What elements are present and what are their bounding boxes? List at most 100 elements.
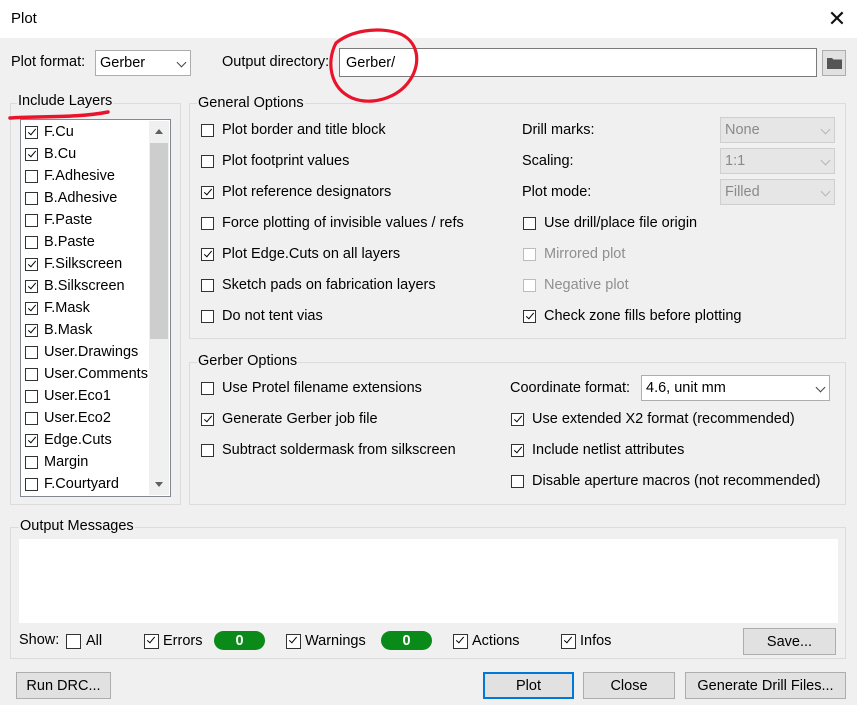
browse-folder-button[interactable] xyxy=(822,50,846,76)
drill-marks-select[interactable]: None xyxy=(720,117,835,143)
save-button[interactable]: Save... xyxy=(743,628,836,655)
chevron-down-icon xyxy=(815,382,826,393)
output-dir-input[interactable]: Gerber/ xyxy=(339,48,817,77)
mirrored-plot-checkbox[interactable]: Mirrored plot xyxy=(523,246,625,262)
layer-item[interactable]: B.Silkscreen xyxy=(25,275,125,297)
errors-checkbox[interactable]: Errors xyxy=(144,633,202,649)
layers-list[interactable]: F.Cu B.Cu F.Adhesive B.Adhesive F.Paste B.Pas… xyxy=(20,119,171,497)
warnings-count-badge: 0 xyxy=(381,631,432,650)
layer-checkbox[interactable] xyxy=(25,235,38,249)
plot-border-checkbox[interactable]: Plot border and title block xyxy=(201,122,386,138)
layer-item[interactable]: B.Mask xyxy=(25,319,92,341)
layer-checkbox[interactable] xyxy=(25,125,38,139)
layer-item[interactable]: User.Drawings xyxy=(25,341,138,363)
layer-item[interactable]: F.Adhesive xyxy=(25,165,115,187)
window-title: Plot xyxy=(11,10,37,27)
warnings-checkbox[interactable]: Warnings xyxy=(286,633,366,649)
generate-drill-files-button[interactable]: Generate Drill Files... xyxy=(685,672,846,699)
layer-checkbox[interactable] xyxy=(25,477,38,491)
subtract-mask-checkbox[interactable]: Subtract soldermask from silkscreen xyxy=(201,442,456,458)
layer-item[interactable]: B.Cu xyxy=(25,143,76,165)
scaling-select[interactable]: 1:1 xyxy=(720,148,835,174)
checkbox-box xyxy=(511,443,524,457)
layer-item[interactable]: User.Comments xyxy=(25,363,148,385)
checkbox-box xyxy=(66,633,81,649)
layer-item[interactable]: B.Adhesive xyxy=(25,187,117,209)
layer-checkbox[interactable] xyxy=(25,191,38,205)
layer-checkbox[interactable] xyxy=(25,213,38,227)
checkbox-box xyxy=(201,216,214,230)
checkbox-box xyxy=(523,216,536,230)
layer-checkbox[interactable] xyxy=(25,147,38,161)
layer-checkbox[interactable] xyxy=(25,169,38,183)
chevron-down-icon xyxy=(176,57,187,68)
netlist-attrs-label: Include netlist attributes xyxy=(532,442,685,458)
actions-checkbox[interactable]: Actions xyxy=(453,633,520,649)
plot-format-select[interactable]: Gerber xyxy=(95,50,191,76)
plot-edge-cuts-checkbox[interactable]: Plot Edge.Cuts on all layers xyxy=(201,246,400,262)
plot-border-label: Plot border and title block xyxy=(222,122,386,138)
layer-item[interactable]: F.Silkscreen xyxy=(25,253,122,275)
sketch-pads-checkbox[interactable]: Sketch pads on fabrication layers xyxy=(201,277,436,293)
protel-ext-checkbox[interactable]: Use Protel filename extensions xyxy=(201,380,422,396)
scrollbar-thumb[interactable] xyxy=(150,143,168,339)
layer-label: B.Adhesive xyxy=(44,190,118,206)
netlist-attrs-checkbox[interactable]: Include netlist attributes xyxy=(511,442,684,458)
layer-checkbox[interactable] xyxy=(25,389,38,403)
layer-item[interactable]: F.Cu xyxy=(25,121,74,143)
checkbox-box xyxy=(561,633,576,649)
layer-item[interactable]: F.Paste xyxy=(25,209,92,231)
title-bar xyxy=(0,0,857,38)
drill-marks-label: Drill marks: xyxy=(522,122,595,138)
negative-plot-checkbox[interactable]: Negative plot xyxy=(523,277,629,293)
output-messages-area[interactable] xyxy=(19,539,838,623)
layer-label: User.Drawings xyxy=(44,344,139,360)
checkbox-box xyxy=(201,247,214,261)
layer-item[interactable]: User.Eco1 xyxy=(25,385,111,407)
window-close-button[interactable]: ✕ xyxy=(818,0,856,38)
disable-aperture-checkbox[interactable]: Disable aperture macros (not recommended… xyxy=(511,473,821,489)
plot-ref-des-checkbox[interactable]: Plot reference designators xyxy=(201,184,391,200)
plot-fp-values-checkbox[interactable]: Plot footprint values xyxy=(201,153,349,169)
scroll-up-icon[interactable] xyxy=(155,129,163,134)
scroll-down-icon[interactable] xyxy=(155,482,163,487)
force-invisible-checkbox[interactable]: Force plotting of invisible values / ref… xyxy=(201,215,464,231)
layer-item[interactable]: F.Mask xyxy=(25,297,90,319)
checkbox-box xyxy=(511,474,524,488)
layer-item[interactable]: User.Eco2 xyxy=(25,407,111,429)
layer-item[interactable]: Margin xyxy=(25,451,88,473)
use-drill-origin-checkbox[interactable]: Use drill/place file origin xyxy=(523,215,697,231)
check-zone-fills-checkbox[interactable]: Check zone fills before plotting xyxy=(523,308,741,324)
close-button[interactable]: Close xyxy=(583,672,675,699)
layer-item[interactable]: Edge.Cuts xyxy=(25,429,112,451)
layer-item[interactable]: F.Courtyard xyxy=(25,473,119,495)
include-layers-title: Include Layers xyxy=(17,93,114,109)
layer-checkbox[interactable] xyxy=(25,455,38,469)
layers-scrollbar[interactable] xyxy=(149,121,169,495)
close-icon: ✕ xyxy=(827,6,847,31)
extended-x2-checkbox[interactable]: Use extended X2 format (recommended) xyxy=(511,411,795,427)
layer-checkbox[interactable] xyxy=(25,257,38,271)
layer-checkbox[interactable] xyxy=(25,301,38,315)
plot-mode-select[interactable]: Filled xyxy=(720,179,835,205)
show-all-label: All xyxy=(86,633,103,649)
no-tent-vias-checkbox[interactable]: Do not tent vias xyxy=(201,308,323,324)
layer-checkbox[interactable] xyxy=(25,433,38,447)
warnings-label: Warnings xyxy=(305,633,366,649)
show-all-checkbox[interactable]: All xyxy=(66,633,102,649)
layer-label: F.Paste xyxy=(44,212,93,228)
infos-checkbox[interactable]: Infos xyxy=(561,633,611,649)
layer-label: B.Mask xyxy=(44,322,93,338)
run-drc-button[interactable]: Run DRC... xyxy=(16,672,111,699)
coord-format-select[interactable]: 4.6, unit mm xyxy=(641,375,830,401)
layer-checkbox[interactable] xyxy=(25,367,38,381)
plot-button[interactable]: Plot xyxy=(483,672,574,699)
layer-item[interactable]: B.Paste xyxy=(25,231,95,253)
layer-label: User.Eco1 xyxy=(44,388,111,404)
layer-checkbox[interactable] xyxy=(25,411,38,425)
layer-checkbox[interactable] xyxy=(25,279,38,293)
checkbox-box xyxy=(523,309,536,323)
layer-checkbox[interactable] xyxy=(25,323,38,337)
layer-checkbox[interactable] xyxy=(25,345,38,359)
gen-job-file-checkbox[interactable]: Generate Gerber job file xyxy=(201,411,378,427)
